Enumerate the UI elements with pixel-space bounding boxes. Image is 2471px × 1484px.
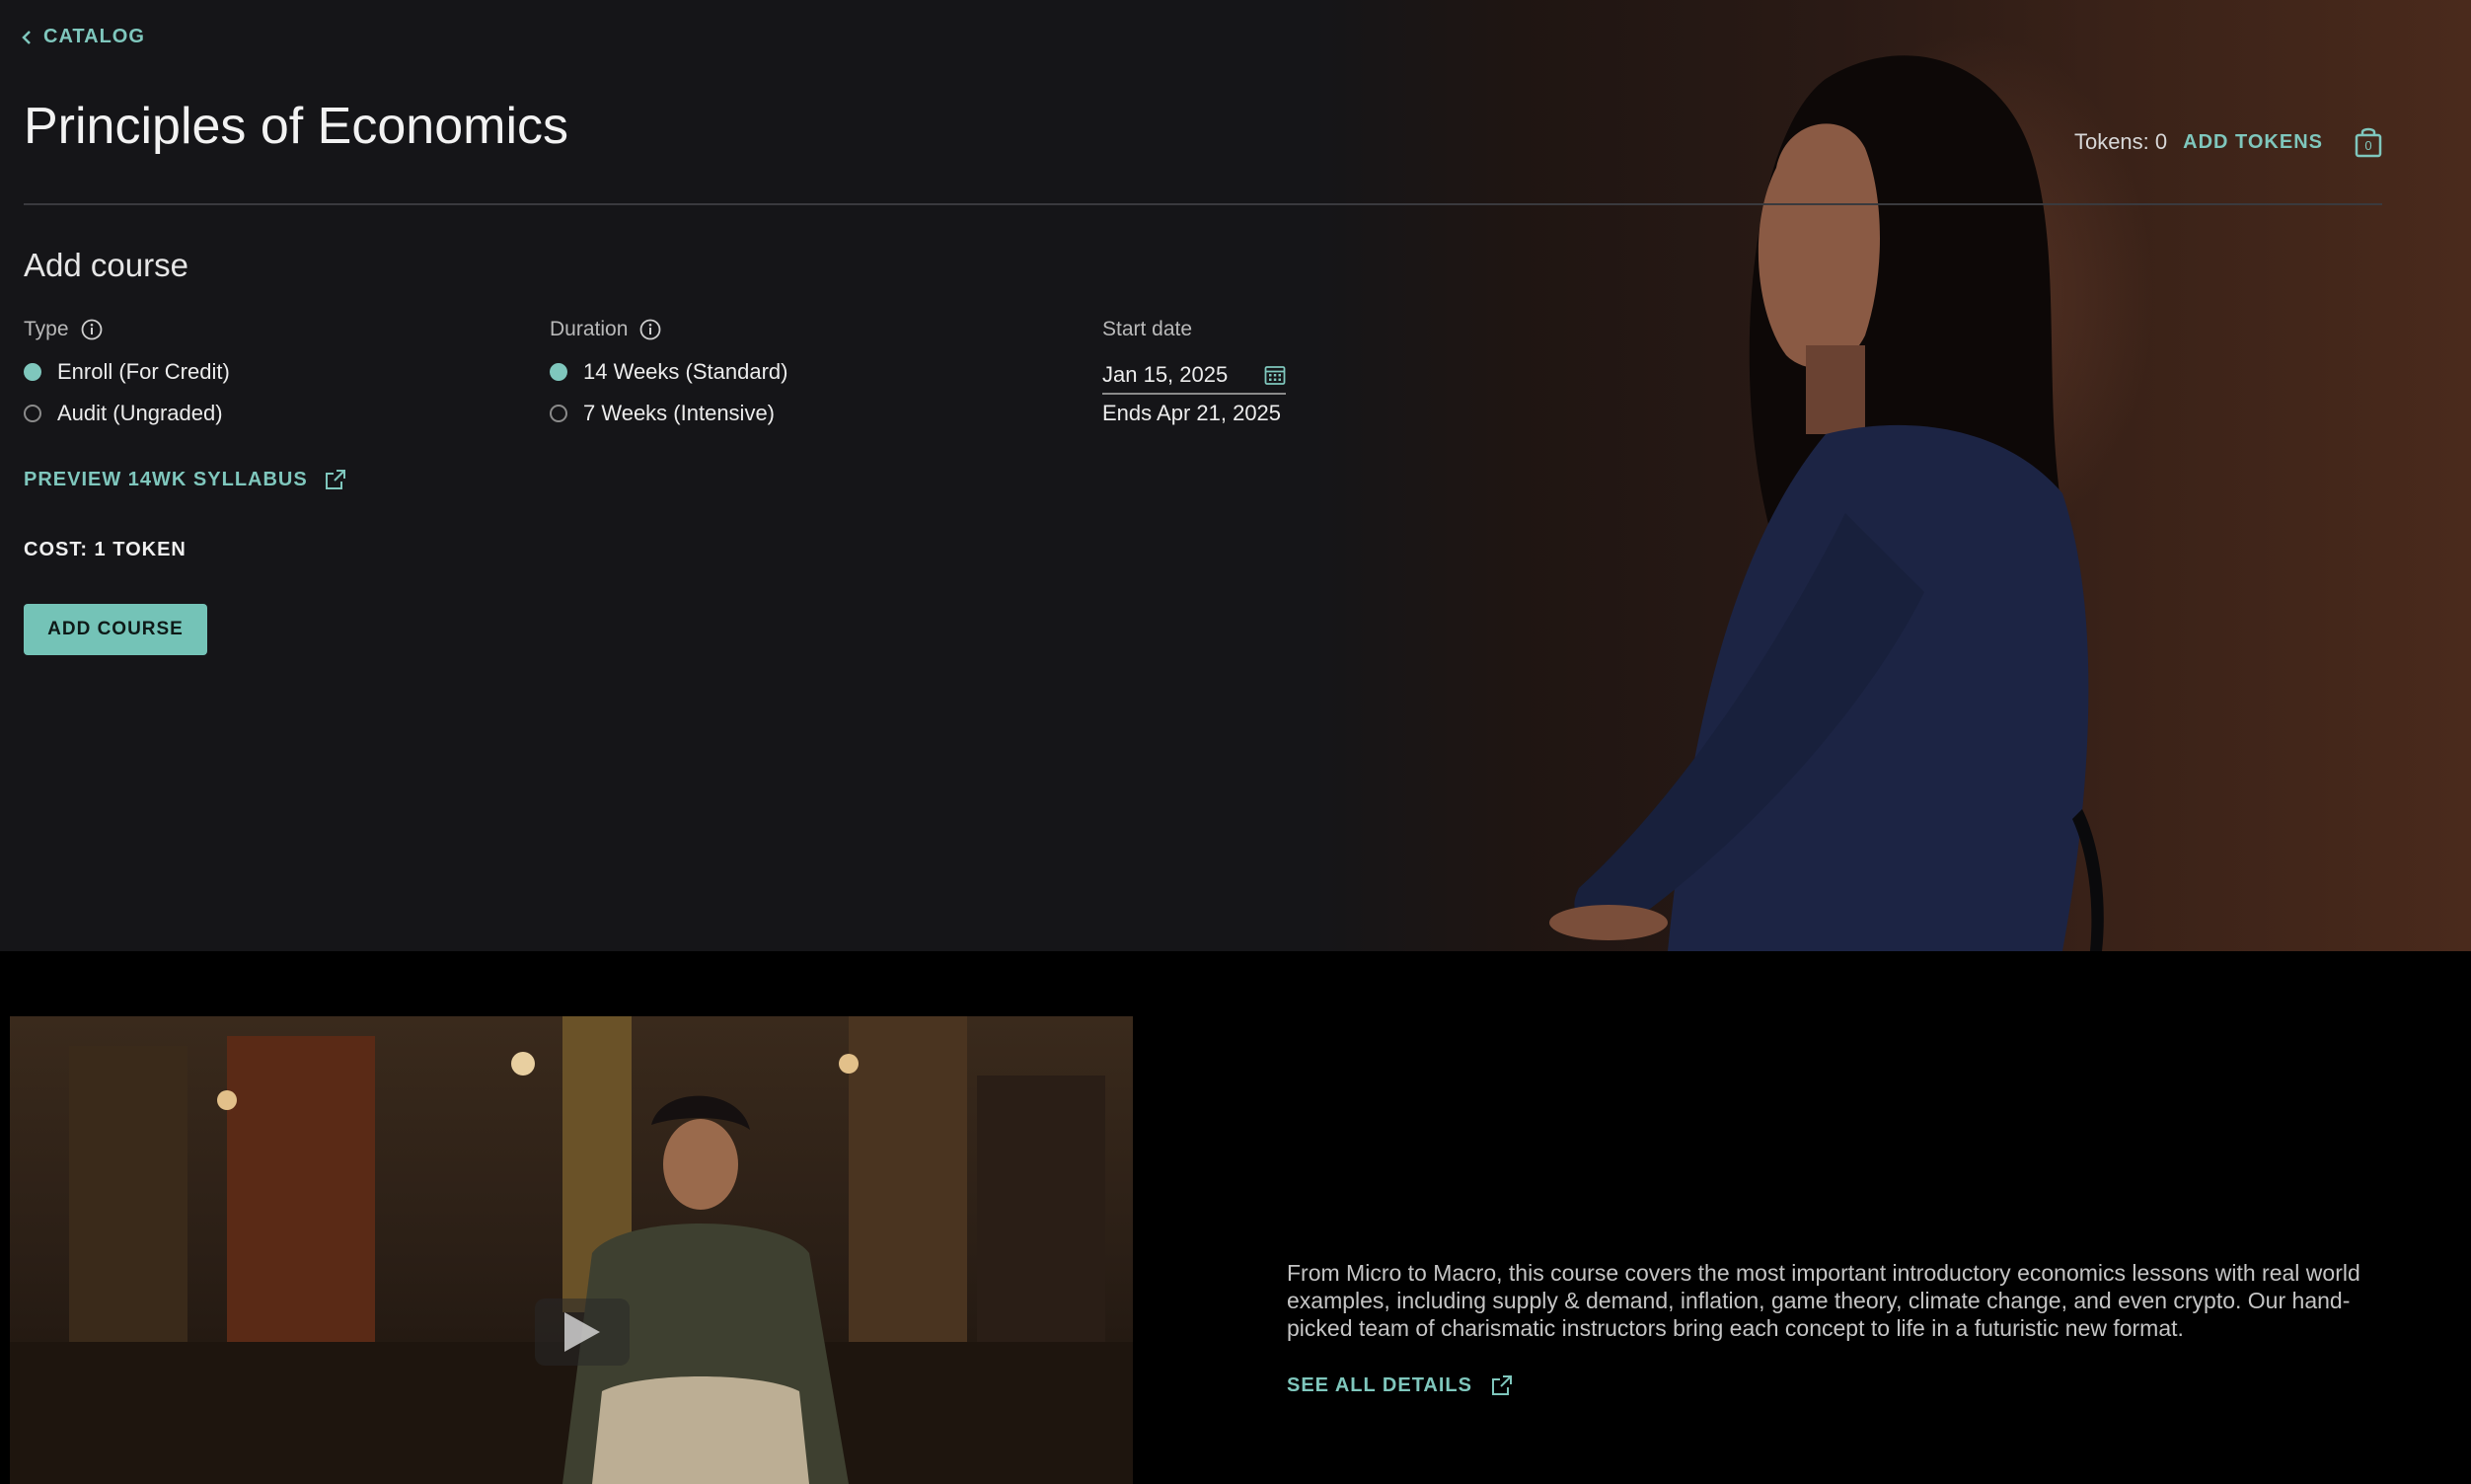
end-date-text: Ends Apr 21, 2025 [1102,401,1282,425]
video-thumbnail [10,1016,1133,1484]
type-label: Type [24,318,69,340]
external-link-icon [1491,1375,1512,1395]
type-option-label: Enroll (For Credit) [57,359,230,384]
preview-syllabus-link[interactable]: PREVIEW 14WK SYLLABUS [24,468,347,491]
add-course-button[interactable]: ADD COURSE [24,604,207,655]
back-to-catalog-link[interactable]: CATALOG [22,26,145,48]
duration-option-label: 7 Weeks (Intensive) [583,401,776,425]
see-all-details-link[interactable]: SEE ALL DETAILS [1287,1373,1514,1397]
duration-option-label: 14 Weeks (Standard) [583,359,788,384]
radio-unselected-icon [550,405,567,422]
type-option-enroll[interactable]: Enroll (For Credit) [24,359,230,385]
token-bar: Tokens: 0 ADD TOKENS 0 [2074,126,2382,158]
header-divider [24,203,2382,205]
start-date-value: Jan 15, 2025 [1102,362,1229,387]
back-link-label: CATALOG [43,26,145,47]
type-group-label: Type [24,318,103,341]
radio-unselected-icon [24,405,41,422]
course-preview-video[interactable] [10,1016,1133,1484]
duration-option-7-weeks[interactable]: 7 Weeks (Intensive) [550,401,775,426]
start-date-label: Start date [1102,318,1193,340]
type-option-label: Audit (Ungraded) [57,401,223,425]
course-cost: COST: 1 TOKEN [24,539,187,560]
calendar-icon[interactable] [1264,364,1286,386]
radio-selected-icon [24,363,41,381]
preview-link-label: PREVIEW 14WK SYLLABUS [24,468,308,490]
cart-count: 0 [2364,138,2372,153]
page-title: Principles of Economics [24,98,568,155]
start-date-field[interactable]: Jan 15, 2025 [1102,357,1286,395]
type-option-audit[interactable]: Audit (Ungraded) [24,401,223,426]
cart-button[interactable]: 0 [2355,126,2382,158]
hero-section: CATALOG Principles of Economics Tokens: … [0,0,2471,951]
info-icon[interactable] [81,319,103,340]
play-button[interactable] [535,1298,630,1366]
duration-label: Duration [550,318,629,340]
duration-option-14-weeks[interactable]: 14 Weeks (Standard) [550,359,787,385]
add-tokens-link[interactable]: ADD TOKENS [2183,131,2323,154]
radio-selected-icon [550,363,567,381]
info-icon[interactable] [639,319,661,340]
chevron-left-icon [22,30,31,44]
course-description: From Micro to Macro, this course covers … [1287,1260,2360,1341]
play-icon [564,1312,600,1352]
token-count: Tokens: 0 [2073,129,2168,154]
details-link-label: SEE ALL DETAILS [1287,1373,1472,1396]
duration-group-label: Duration [550,318,661,341]
external-link-icon [325,470,345,489]
add-course-heading: Add course [24,247,188,283]
